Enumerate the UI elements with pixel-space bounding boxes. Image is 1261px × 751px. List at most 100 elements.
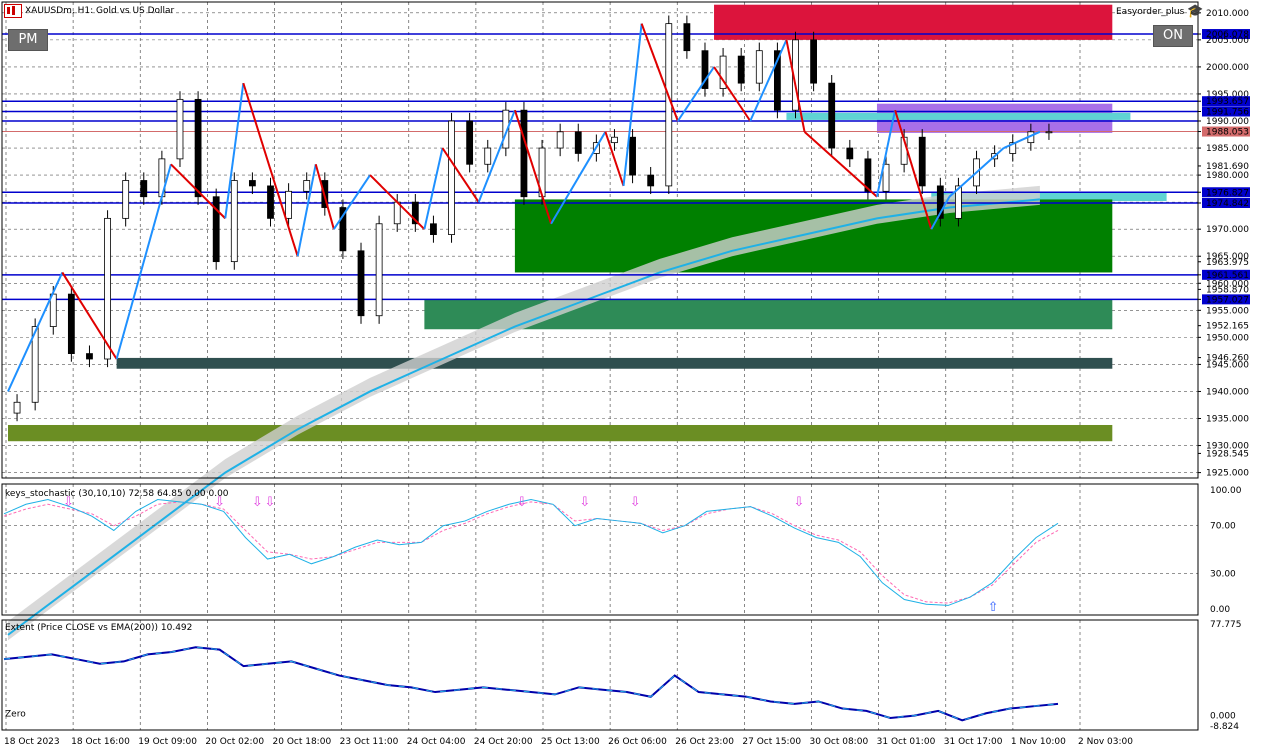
- price-axis-label: 1955.000: [1206, 306, 1249, 316]
- zigzag-down-leg: [713, 66, 752, 122]
- price-axis-label: 1991.756: [1206, 108, 1249, 118]
- time-axis-label: 25 Oct 13:00: [541, 737, 600, 747]
- time-axis-label: 24 Oct 20:00: [474, 737, 533, 747]
- arrow-down-icon: ⇩: [630, 495, 641, 510]
- candle-body: [176, 98, 184, 160]
- price-axis-label: 2005.000: [1206, 36, 1249, 46]
- candle-body: [357, 250, 365, 317]
- arrow-down-icon: ⇩: [579, 495, 590, 510]
- price-axis-label: 1945.000: [1206, 360, 1249, 370]
- price-axis-label: 1985.000: [1206, 144, 1249, 154]
- time-axis-label: 24 Oct 04:00: [407, 737, 466, 747]
- panel-frame: [1, 619, 1199, 731]
- candle-body: [466, 120, 474, 165]
- candle-body: [484, 147, 492, 165]
- price-axis-label: 2010.000: [1206, 9, 1249, 19]
- extent-label: Extent (Price CLOSE vs EMA(200)) 10.492: [5, 623, 192, 633]
- price-axis-label: 1940.000: [1206, 387, 1249, 397]
- price-axis-label: 1950.000: [1206, 333, 1249, 343]
- time-axis-label: 26 Oct 06:00: [608, 737, 667, 747]
- candle-body: [285, 190, 293, 219]
- candle-body: [375, 223, 383, 317]
- time-axis-label: 2 Nov 03:00: [1078, 737, 1133, 747]
- zigzag-up-leg: [477, 109, 516, 203]
- time-axis-label: 19 Oct 09:00: [138, 737, 197, 747]
- stoch-label: keys_stochastic (30,10,10) 72.58 64.85 0…: [5, 489, 229, 499]
- price-axis-label: 1958.870: [1206, 285, 1249, 295]
- price-axis-label: 1980.000: [1206, 171, 1249, 181]
- time-axis-label: 20 Oct 18:00: [273, 737, 332, 747]
- zigzag-down-leg: [640, 23, 679, 122]
- extent-zero-label: Zero: [5, 709, 26, 719]
- candle-body: [810, 39, 818, 84]
- candle-body: [448, 120, 455, 235]
- price-axis-label: 1935.000: [1206, 415, 1249, 425]
- candle-body: [737, 55, 745, 84]
- zigzag-up-leg: [1003, 130, 1041, 149]
- candle-body: [140, 180, 148, 198]
- price-axis-label: 2000.000: [1206, 63, 1249, 73]
- candle-body: [574, 131, 582, 154]
- extent-line: [3, 646, 1059, 722]
- ea-name: Easyorder_plus: [1116, 6, 1185, 17]
- zigzag-up-leg: [676, 66, 715, 122]
- candle-body: [267, 185, 274, 219]
- price-axis-label: 1974.842: [1206, 199, 1249, 209]
- chart-title: XAUUSDm, H1: Gold vs US Dollar: [4, 4, 174, 18]
- price-axis-label: 1952.165: [1206, 322, 1249, 332]
- price-axis-label: 1993.657: [1206, 97, 1249, 107]
- candle-body: [755, 50, 763, 84]
- candle-body: [611, 136, 618, 144]
- arrow-up-icon: ⇧: [988, 600, 999, 615]
- extent-level-label: 0.000: [1210, 712, 1236, 722]
- chart-canvas[interactable]: 100.0070.0030.000.00⇩ ⇩ ⇩ ⇩ ⇩ ⇩ ⇩ ⇩⇧keys_stocha…: [0, 0, 1261, 751]
- price-axis-label: 1976.827: [1206, 188, 1249, 198]
- candle-body: [828, 82, 836, 149]
- candle-body: [248, 180, 256, 187]
- candle-body: [520, 109, 528, 198]
- time-axis-label: 18 Oct 2023: [4, 737, 60, 747]
- stoch-level-label: 30.00: [1210, 569, 1236, 579]
- candle-body: [683, 23, 691, 52]
- price-axis-label: 1928.545: [1206, 449, 1249, 459]
- zigzag-up-leg: [749, 39, 788, 122]
- extent-level-label: 77.775: [1210, 620, 1242, 630]
- time-axis-label: 1 Nov 10:00: [1011, 737, 1066, 747]
- time-axis-label: 26 Oct 23:00: [675, 737, 734, 747]
- candle-body: [647, 174, 655, 187]
- time-axis-label: 18 Oct 16:00: [71, 737, 130, 747]
- candle-body: [122, 180, 130, 219]
- candle-body: [1045, 131, 1053, 134]
- price-axis-label: 1988.053: [1206, 128, 1249, 138]
- chart-icon: [4, 4, 22, 18]
- extent-panel: 77.775 0.000-8.824 Extent (Price CLOSE vs …: [3, 620, 1242, 732]
- price-axis-label: 1970.000: [1206, 225, 1249, 235]
- price-zone: [116, 357, 1113, 369]
- graduation-cap-icon: 🎓: [1187, 4, 1204, 19]
- candle-body: [556, 131, 564, 149]
- time-axis-label: 31 Oct 17:00: [944, 737, 1003, 747]
- arrow-down-icon: ⇩: [794, 495, 805, 510]
- extent-highlight-line: [3, 646, 1059, 721]
- stoch-level-label: 70.00: [1210, 522, 1236, 532]
- time-axis-label: 27 Oct 15:00: [742, 737, 801, 747]
- candle-body: [629, 136, 636, 176]
- extent-level-label: -8.824: [1210, 722, 1239, 732]
- candle-body: [430, 223, 437, 235]
- time-axis-label: 23 Oct 11:00: [340, 737, 399, 747]
- on-button[interactable]: ON: [1153, 25, 1193, 47]
- time-axis-label: 30 Oct 08:00: [810, 737, 869, 747]
- pm-button[interactable]: PM: [8, 29, 48, 51]
- price-zone: [8, 424, 1113, 442]
- candle-body: [86, 353, 93, 360]
- candle-body: [67, 293, 75, 354]
- price-zone: [786, 112, 1131, 120]
- price-axis-label: 1963.975: [1206, 258, 1249, 268]
- arrow-down-icon: ⇩: [265, 495, 276, 510]
- expert-advisor-label[interactable]: Easyorder_plus 🎓: [1116, 4, 1204, 19]
- arrow-down-icon: ⇩: [252, 495, 263, 510]
- candle-body: [194, 98, 202, 198]
- price-axis-label: 1957.027: [1206, 295, 1249, 305]
- supply-demand-zones: [8, 4, 1167, 442]
- arrow-down-icon: ⇩: [516, 495, 527, 510]
